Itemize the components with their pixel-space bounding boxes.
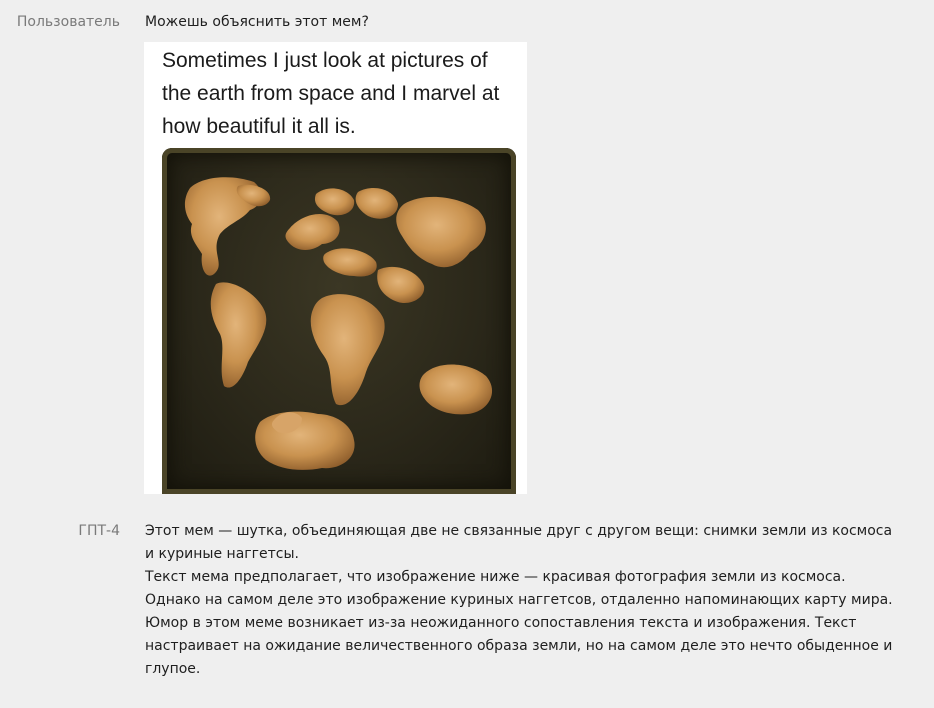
speaker-label-assistant: ГПТ-4 (78, 523, 120, 539)
nuggets-world-map-picture (184, 177, 493, 470)
meme-image: Sometimes I just look at pictures of the… (144, 42, 527, 494)
meme-caption: Sometimes I just look at pictures of the… (162, 49, 500, 138)
assistant-paragraph: Юмор в этом меме возникает из-за неожида… (145, 615, 893, 677)
user-message-text: Можешь объяснить этот мем? (145, 14, 369, 30)
assistant-paragraph: Этот мем — шутка, объединяющая две не св… (145, 523, 893, 562)
chat-transcript: Пользователь Можешь объяснить этот мем? … (0, 0, 934, 708)
assistant-message-body: Этот мем — шутка, объединяющая две не св… (145, 520, 905, 681)
assistant-paragraph: Текст мема предполагает, что изображение… (145, 569, 893, 608)
speaker-label-user: Пользователь (16, 14, 120, 30)
nugget-tray-photo (162, 148, 516, 494)
